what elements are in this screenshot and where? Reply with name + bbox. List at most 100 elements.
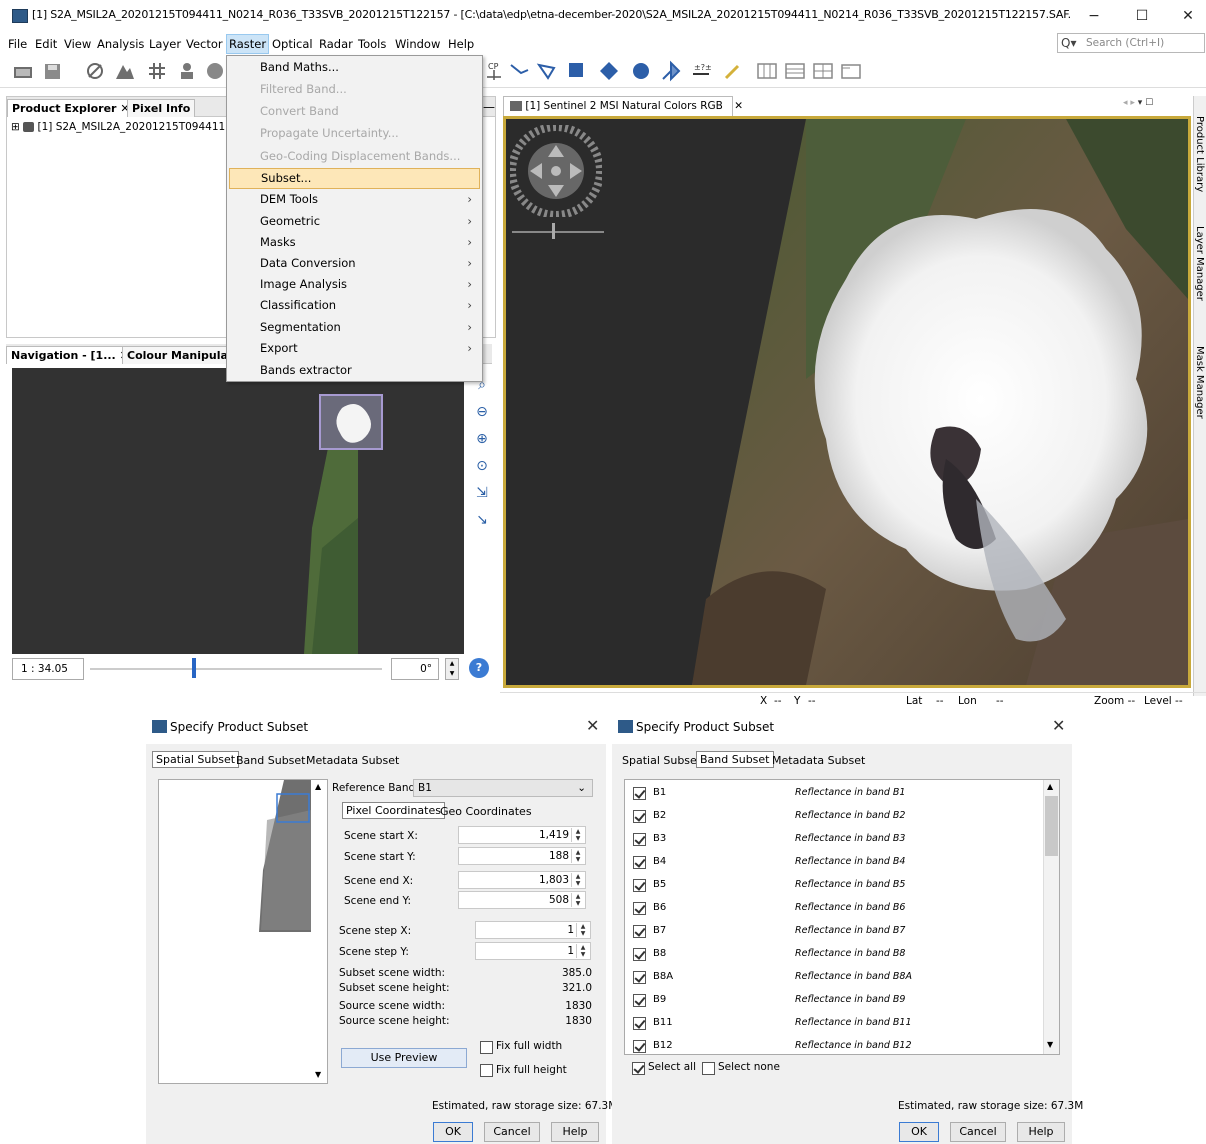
grid-icon[interactable] xyxy=(146,60,168,82)
help-button[interactable]: Help xyxy=(1017,1122,1065,1142)
menu-vector[interactable]: Vector xyxy=(184,34,225,54)
minimize-button[interactable]: − xyxy=(1074,4,1114,28)
rectangle-icon[interactable] xyxy=(566,60,588,82)
help-icon[interactable]: ? xyxy=(469,658,489,678)
band-maths-icon[interactable] xyxy=(84,60,106,82)
maximize-button[interactable]: ☐ xyxy=(1122,4,1162,28)
menu-item-data-conversion[interactable]: Data Conversion › xyxy=(227,253,482,274)
tab-band-subset[interactable]: Band Subset xyxy=(696,751,774,768)
cancel-button[interactable]: Cancel xyxy=(484,1122,540,1142)
spinner-icon[interactable]: ▲ ▼ xyxy=(571,828,584,842)
polyline-icon[interactable] xyxy=(508,60,530,82)
band-checkbox[interactable] xyxy=(633,833,646,846)
polygon-icon[interactable] xyxy=(536,60,558,82)
band-checkbox[interactable] xyxy=(633,994,646,1007)
pen-tool-icon[interactable] xyxy=(722,60,744,82)
mountain-icon[interactable] xyxy=(114,60,136,82)
zoom-pixel-icon[interactable]: ⊙ xyxy=(472,453,492,480)
gcp-icon[interactable] xyxy=(204,60,226,82)
tab-navigation[interactable]: Navigation - [1... ✕ xyxy=(6,346,134,364)
tab-spatial-subset[interactable]: Spatial Subset xyxy=(152,751,240,768)
minimize-panel-icon[interactable]: — xyxy=(483,100,495,114)
band-checkbox[interactable] xyxy=(633,879,646,892)
scroll-up-icon[interactable]: ▲ xyxy=(315,782,321,791)
menu-item-masks[interactable]: Masks › xyxy=(227,232,482,253)
zoom-slider-track[interactable] xyxy=(512,231,604,233)
ok-button[interactable]: OK xyxy=(899,1122,939,1142)
band-list-scrollbar[interactable]: ▲ ▼ xyxy=(1043,780,1059,1054)
band-checkbox[interactable] xyxy=(633,787,646,800)
menu-item-subset[interactable]: Subset... xyxy=(229,168,480,189)
scrollbar-thumb[interactable] xyxy=(1045,796,1058,856)
open-product-icon[interactable] xyxy=(12,60,34,82)
search-input[interactable]: Q▾ Search (Ctrl+I) xyxy=(1057,33,1205,53)
navigation-overview[interactable] xyxy=(12,368,464,654)
tab-band-subset[interactable]: Band Subset xyxy=(232,752,310,769)
pan-control-icon[interactable] xyxy=(510,125,602,217)
menu-help[interactable]: Help xyxy=(446,34,476,54)
rotation-spinner[interactable]: ▲ ▼ xyxy=(445,658,459,680)
menu-item-export[interactable]: Export › xyxy=(227,338,482,359)
spinner-icon[interactable]: ▲ ▼ xyxy=(571,893,584,907)
close-icon[interactable]: ✕ xyxy=(734,100,743,112)
product-tree-item[interactable]: ⊞ [1] S2A_MSIL2A_20201215T094411 xyxy=(11,121,225,133)
menu-item-geometric[interactable]: Geometric › xyxy=(227,211,482,232)
gcp-pin-icon[interactable]: CP xyxy=(483,60,505,82)
use-preview-button[interactable]: Use Preview xyxy=(341,1048,467,1068)
menu-item-band-maths[interactable]: Band Maths... xyxy=(227,57,482,78)
sync-views-icon[interactable]: ⇲ xyxy=(472,480,492,507)
tab-metadata-subset[interactable]: Metadata Subset xyxy=(302,752,403,769)
sync-cursor-icon[interactable]: ↘ xyxy=(472,507,492,534)
scene-step-y-field[interactable]: 1 ▲ ▼ xyxy=(475,942,591,960)
subset-preview[interactable]: ▲ ▼ xyxy=(158,779,328,1084)
tab-image-view[interactable]: [1] Sentinel 2 MSI Natural Colors RGB ✕ xyxy=(503,96,743,116)
zoom-out-icon[interactable]: ⊖ xyxy=(472,399,492,426)
fix-full-height-checkbox[interactable] xyxy=(480,1064,493,1077)
close-button[interactable]: ✕ xyxy=(1168,4,1206,28)
layer-manager-tab[interactable]: Layer Manager xyxy=(1194,226,1205,301)
tile-horizontal-icon[interactable] xyxy=(784,60,806,82)
menu-analysis[interactable]: Analysis xyxy=(95,34,146,54)
magic-wand-icon[interactable] xyxy=(660,60,682,82)
scene-end-y-field[interactable]: 508 ▲ ▼ xyxy=(458,891,586,909)
menu-item-bands-extractor[interactable]: Bands extractor xyxy=(227,360,482,381)
menu-file[interactable]: File xyxy=(6,34,29,54)
band-checkbox[interactable] xyxy=(633,1017,646,1030)
select-none-checkbox[interactable] xyxy=(702,1062,715,1075)
dialog-close-button[interactable]: ✕ xyxy=(1052,716,1065,735)
draw-shape-icon[interactable] xyxy=(598,60,620,82)
band-checkbox[interactable] xyxy=(633,971,646,984)
tile-evenly-icon[interactable] xyxy=(756,60,778,82)
menu-edit[interactable]: Edit xyxy=(33,34,59,54)
band-checkbox[interactable] xyxy=(633,856,646,869)
band-checkbox[interactable] xyxy=(633,810,646,823)
tab-pixel-coordinates[interactable]: Pixel Coordinates xyxy=(342,802,445,819)
zoom-slider-thumb[interactable] xyxy=(552,223,555,239)
tab-metadata-subset[interactable]: Metadata Subset xyxy=(768,752,869,769)
spinner-icon[interactable]: ▲ ▼ xyxy=(576,923,589,937)
zoom-in-icon[interactable]: ⊕ xyxy=(472,426,492,453)
range-finder-icon[interactable]: ±?± xyxy=(690,60,712,82)
user-tool-icon[interactable] xyxy=(176,60,198,82)
menu-view[interactable]: View xyxy=(62,34,93,54)
menu-item-dem-tools[interactable]: DEM Tools › xyxy=(227,189,482,210)
menu-tools[interactable]: Tools xyxy=(356,34,388,54)
tab-pixel-info[interactable]: Pixel Info xyxy=(127,99,196,117)
menu-item-image-analysis[interactable]: Image Analysis › xyxy=(227,274,482,295)
spinner-icon[interactable]: ▲ ▼ xyxy=(576,944,589,958)
menu-item-classification[interactable]: Classification › xyxy=(227,295,482,316)
band-checkbox[interactable] xyxy=(633,902,646,915)
cancel-button[interactable]: Cancel xyxy=(950,1122,1006,1142)
satellite-image-canvas[interactable] xyxy=(503,116,1191,688)
scroll-up-icon[interactable]: ▲ xyxy=(1047,782,1053,791)
scroll-down-icon[interactable]: ▼ xyxy=(1047,1040,1053,1049)
scene-end-x-field[interactable]: 1,803 ▲ ▼ xyxy=(458,871,586,889)
scale-field[interactable]: 1 : 34.05 xyxy=(12,658,84,680)
dialog-close-button[interactable]: ✕ xyxy=(586,716,599,735)
help-button[interactable]: Help xyxy=(551,1122,599,1142)
scene-start-y-field[interactable]: 188 ▲ ▼ xyxy=(458,847,586,865)
scroll-down-icon[interactable]: ▼ xyxy=(315,1070,321,1079)
tile-grid-icon[interactable] xyxy=(812,60,834,82)
spinner-icon[interactable]: ▲ ▼ xyxy=(571,873,584,887)
menu-item-segmentation[interactable]: Segmentation › xyxy=(227,317,482,338)
